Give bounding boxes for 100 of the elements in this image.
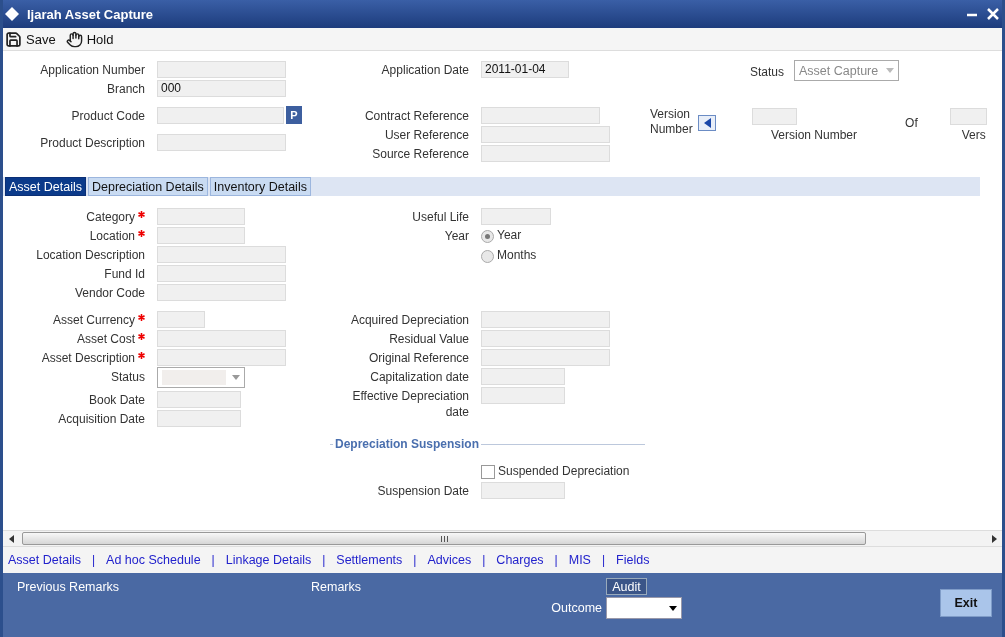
radio-label: Year bbox=[497, 227, 522, 243]
footer-link[interactable]: MIS bbox=[568, 553, 591, 567]
footer-link[interactable]: Linkage Details bbox=[225, 553, 312, 567]
field-label: Status bbox=[750, 63, 785, 80]
input-field[interactable] bbox=[481, 349, 610, 366]
input-field[interactable] bbox=[157, 391, 241, 408]
footer-link[interactable]: Ad hoc Schedule bbox=[106, 553, 201, 567]
input-field[interactable] bbox=[481, 126, 610, 143]
hand-icon bbox=[65, 30, 83, 48]
field-label: Acquisition Date bbox=[58, 411, 145, 427]
radio-button[interactable] bbox=[481, 250, 494, 263]
field-label: Application Date bbox=[381, 62, 469, 78]
input-field[interactable] bbox=[481, 145, 610, 162]
lookup-button[interactable]: P bbox=[286, 106, 302, 124]
field-label: Fund Id bbox=[104, 266, 145, 282]
required-icon bbox=[138, 211, 145, 218]
grip-icon bbox=[440, 535, 448, 542]
caret-icon bbox=[669, 605, 677, 611]
footer-link[interactable]: Asset Details bbox=[8, 553, 81, 567]
input-field[interactable] bbox=[157, 311, 205, 328]
footer-link[interactable]: Fields bbox=[616, 553, 650, 567]
previous-remarks-label: Previous Remarks bbox=[17, 580, 121, 594]
input-field[interactable] bbox=[157, 349, 286, 366]
input-field[interactable] bbox=[157, 227, 245, 244]
outcome-select[interactable] bbox=[606, 597, 682, 619]
input-field[interactable]: 2011-01-04 bbox=[481, 61, 569, 78]
input-field[interactable] bbox=[157, 208, 245, 225]
separator: | bbox=[413, 553, 417, 567]
field-label: Status bbox=[110, 369, 145, 385]
separator: | bbox=[482, 553, 486, 567]
field-label: Product Code bbox=[71, 108, 145, 124]
scrollbar-thumb[interactable] bbox=[22, 532, 866, 545]
tab[interactable]: Depreciation Details bbox=[87, 177, 208, 196]
separator: | bbox=[322, 553, 326, 567]
required-icon bbox=[138, 230, 145, 237]
input-field[interactable] bbox=[157, 134, 286, 151]
scroll-left-icon[interactable] bbox=[8, 534, 16, 543]
field-label: Branch bbox=[106, 81, 145, 97]
input-field[interactable] bbox=[481, 311, 610, 328]
input-field[interactable] bbox=[481, 368, 565, 385]
input-field[interactable] bbox=[481, 208, 551, 225]
save-button[interactable]: Save bbox=[5, 30, 62, 48]
field-label: Category bbox=[86, 209, 135, 225]
field-label: Original Reference bbox=[368, 350, 469, 366]
required-icon bbox=[138, 314, 145, 321]
of-label: Of bbox=[905, 116, 918, 130]
input-field[interactable]: 000 bbox=[157, 80, 286, 97]
field-label: Location Description bbox=[36, 247, 145, 263]
tab[interactable]: Asset Details bbox=[5, 177, 86, 196]
field-label: Contract Reference bbox=[364, 108, 469, 124]
section-heading: Depreciation Suspension bbox=[334, 437, 481, 451]
field-label: Capitalization date bbox=[370, 369, 469, 385]
field-label: Source Reference bbox=[372, 146, 469, 162]
radio-label: Months bbox=[497, 247, 537, 263]
window-title: Ijarah Asset Capture bbox=[27, 6, 154, 22]
input-field[interactable] bbox=[157, 410, 241, 427]
caret-icon bbox=[886, 68, 895, 73]
version-label: Version Number bbox=[650, 107, 694, 137]
separator: | bbox=[211, 553, 215, 567]
horizontal-scrollbar[interactable] bbox=[3, 530, 1002, 546]
input-field[interactable] bbox=[157, 61, 286, 78]
input-field[interactable] bbox=[481, 330, 610, 347]
field-label: Application Number bbox=[40, 62, 145, 78]
input-field[interactable] bbox=[481, 107, 600, 124]
input-field[interactable] bbox=[157, 246, 286, 263]
field-label: Vers bbox=[961, 128, 987, 142]
input-field[interactable] bbox=[949, 108, 987, 125]
required-icon bbox=[138, 333, 145, 340]
footer-link[interactable]: Settlements bbox=[336, 553, 403, 567]
input-field[interactable] bbox=[481, 482, 565, 499]
exit-button[interactable]: Exit bbox=[940, 589, 992, 617]
field-label: Book Date bbox=[88, 392, 145, 408]
scroll-right-icon[interactable] bbox=[990, 534, 998, 543]
field-label: Residual Value bbox=[389, 331, 469, 347]
input-field[interactable] bbox=[481, 387, 565, 404]
radio-button[interactable] bbox=[481, 230, 494, 243]
audit-button[interactable]: Audit bbox=[606, 578, 647, 595]
previous-button[interactable] bbox=[698, 115, 716, 131]
input-field[interactable] bbox=[157, 284, 286, 301]
input-field[interactable] bbox=[752, 108, 797, 125]
checkbox[interactable] bbox=[481, 465, 495, 479]
footer-link[interactable]: Advices bbox=[427, 553, 472, 567]
caret-icon bbox=[232, 375, 240, 380]
remarks-label: Remarks bbox=[311, 580, 362, 594]
field-label: Asset Cost bbox=[76, 331, 135, 347]
field-label: Asset Description bbox=[41, 350, 135, 366]
select-field[interactable] bbox=[157, 367, 245, 388]
footer-link[interactable]: Charges bbox=[496, 553, 544, 567]
field-label: User Reference bbox=[384, 127, 469, 143]
field-label: Product Description bbox=[40, 135, 145, 151]
input-field[interactable] bbox=[157, 330, 286, 347]
input-field[interactable] bbox=[157, 107, 284, 124]
field-label: Useful Life bbox=[412, 209, 469, 225]
field-label: Suspension Date bbox=[377, 483, 469, 499]
tab[interactable]: Inventory Details bbox=[209, 177, 311, 196]
close-icon[interactable] bbox=[987, 8, 999, 20]
hold-button[interactable]: Hold bbox=[65, 30, 120, 48]
checkbox-label: Suspended Depreciation bbox=[498, 462, 630, 479]
left-triangle-icon bbox=[703, 118, 711, 128]
input-field[interactable] bbox=[157, 265, 286, 282]
